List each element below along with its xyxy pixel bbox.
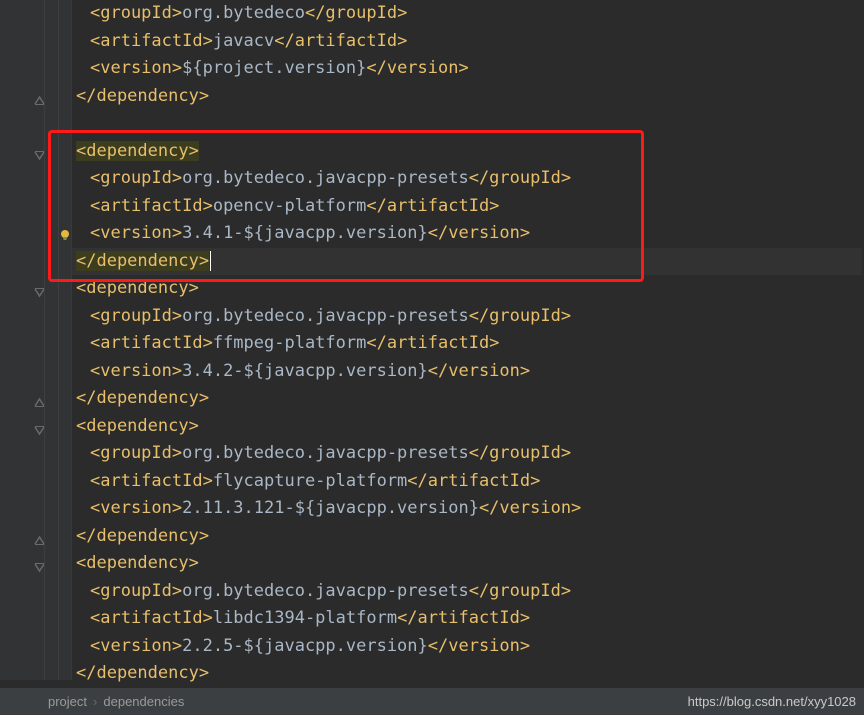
code-line[interactable]: <dependency> [72, 138, 862, 166]
code-line[interactable]: <artifactId>opencv-platform</artifactId> [72, 193, 862, 221]
code-line[interactable] [72, 110, 862, 138]
xml-tag: <dependency> [76, 278, 199, 298]
xml-text: 3.4.1-${javacpp.version} [182, 223, 428, 243]
code-line[interactable]: <groupId>org.bytedeco</groupId> [72, 0, 862, 28]
code-line[interactable]: <artifactId>ffmpeg-platform</artifactId> [72, 330, 862, 358]
code-line[interactable]: </dependency> [72, 660, 862, 688]
xml-tag: <artifactId> [90, 31, 213, 51]
xml-tag: <artifactId> [90, 471, 213, 491]
code-line[interactable]: </dependency> [72, 385, 862, 413]
code-editor[interactable]: <groupId>org.bytedeco</groupId><artifact… [0, 0, 864, 680]
xml-tag: </groupId> [305, 3, 407, 23]
xml-tag: <version> [90, 498, 182, 518]
chevron-right-icon: › [93, 694, 97, 709]
code-line[interactable]: <version>2.11.3.121-${javacpp.version}</… [72, 495, 862, 523]
xml-text: org.bytedeco.javacpp-presets [182, 443, 469, 463]
xml-tag: </version> [366, 58, 468, 78]
xml-text: flycapture-platform [213, 471, 407, 491]
code-line[interactable]: <version>${project.version}</version> [72, 55, 862, 83]
xml-text: javacv [213, 31, 274, 51]
code-line[interactable]: <groupId>org.bytedeco.javacpp-presets</g… [72, 440, 862, 468]
code-line[interactable]: <artifactId>javacv</artifactId> [72, 28, 862, 56]
code-line[interactable]: <version>3.4.2-${javacpp.version}</versi… [72, 358, 862, 386]
code-line[interactable]: <dependency> [72, 550, 862, 578]
xml-text: org.bytedeco [182, 3, 305, 23]
xml-tag: <dependency> [76, 553, 199, 573]
xml-tag: </artifactId> [397, 608, 530, 628]
indent-guide [58, 0, 59, 680]
code-line[interactable]: <dependency> [72, 413, 862, 441]
code-line[interactable]: <version>2.2.5-${javacpp.version}</versi… [72, 633, 862, 661]
breadcrumb-item[interactable]: project [48, 694, 87, 709]
code-line[interactable]: <version>3.4.1-${javacpp.version}</versi… [72, 220, 862, 248]
xml-tag: </dependency> [76, 663, 209, 683]
xml-tag: <version> [90, 636, 182, 656]
xml-text: 3.4.2-${javacpp.version} [182, 361, 428, 381]
xml-tag: <version> [90, 361, 182, 381]
xml-text: org.bytedeco.javacpp-presets [182, 306, 469, 326]
xml-tag: </version> [428, 636, 530, 656]
indent-guide [44, 0, 45, 680]
xml-tag: <groupId> [90, 306, 182, 326]
xml-tag: </groupId> [469, 581, 571, 601]
xml-tag: <groupId> [90, 443, 182, 463]
breadcrumb-item[interactable]: dependencies [103, 694, 184, 709]
xml-text: 2.11.3.121-${javacpp.version} [182, 498, 479, 518]
xml-tag: </groupId> [469, 168, 571, 188]
code-area[interactable]: <groupId>org.bytedeco</groupId><artifact… [72, 0, 862, 688]
xml-tag: </dependency> [76, 388, 209, 408]
xml-text: org.bytedeco.javacpp-presets [182, 581, 469, 601]
xml-tag: <groupId> [90, 168, 182, 188]
xml-text: 2.2.5-${javacpp.version} [182, 636, 428, 656]
xml-tag: </dependency> [76, 526, 209, 546]
xml-text: ${project.version} [182, 58, 366, 78]
xml-tag: <artifactId> [90, 608, 213, 628]
xml-tag: <artifactId> [90, 196, 213, 216]
xml-tag: <dependency> [76, 141, 199, 161]
xml-tag: <dependency> [76, 416, 199, 436]
xml-tag: </version> [428, 223, 530, 243]
code-line[interactable]: </dependency> [72, 83, 862, 111]
code-line[interactable]: <dependency> [72, 275, 862, 303]
xml-tag: <version> [90, 223, 182, 243]
xml-tag: </groupId> [469, 443, 571, 463]
code-line[interactable]: <artifactId>libdc1394-platform</artifact… [72, 605, 862, 633]
xml-tag: <groupId> [90, 3, 182, 23]
xml-tag: <version> [90, 58, 182, 78]
xml-tag: <artifactId> [90, 333, 213, 353]
xml-tag: </version> [428, 361, 530, 381]
code-line[interactable]: </dependency> [72, 248, 862, 276]
code-line[interactable]: <groupId>org.bytedeco.javacpp-presets</g… [72, 303, 862, 331]
xml-tag: </dependency> [76, 251, 209, 271]
xml-text: ffmpeg-platform [213, 333, 367, 353]
xml-tag: </artifactId> [274, 31, 407, 51]
xml-tag: </version> [479, 498, 581, 518]
xml-tag: </artifactId> [407, 471, 540, 491]
watermark-text: https://blog.csdn.net/xyy1028 [688, 694, 856, 709]
code-line[interactable]: </dependency> [72, 523, 862, 551]
xml-text: opencv-platform [213, 196, 367, 216]
xml-tag: <groupId> [90, 581, 182, 601]
xml-tag: </artifactId> [366, 333, 499, 353]
xml-tag: </artifactId> [366, 196, 499, 216]
xml-tag: </groupId> [469, 306, 571, 326]
text-caret [210, 251, 211, 271]
xml-text: libdc1394-platform [213, 608, 397, 628]
code-line[interactable]: <groupId>org.bytedeco.javacpp-presets</g… [72, 578, 862, 606]
xml-tag: </dependency> [76, 86, 209, 106]
code-line[interactable]: <artifactId>flycapture-platform</artifac… [72, 468, 862, 496]
xml-text: org.bytedeco.javacpp-presets [182, 168, 469, 188]
code-line[interactable]: <groupId>org.bytedeco.javacpp-presets</g… [72, 165, 862, 193]
gutter [0, 0, 72, 680]
